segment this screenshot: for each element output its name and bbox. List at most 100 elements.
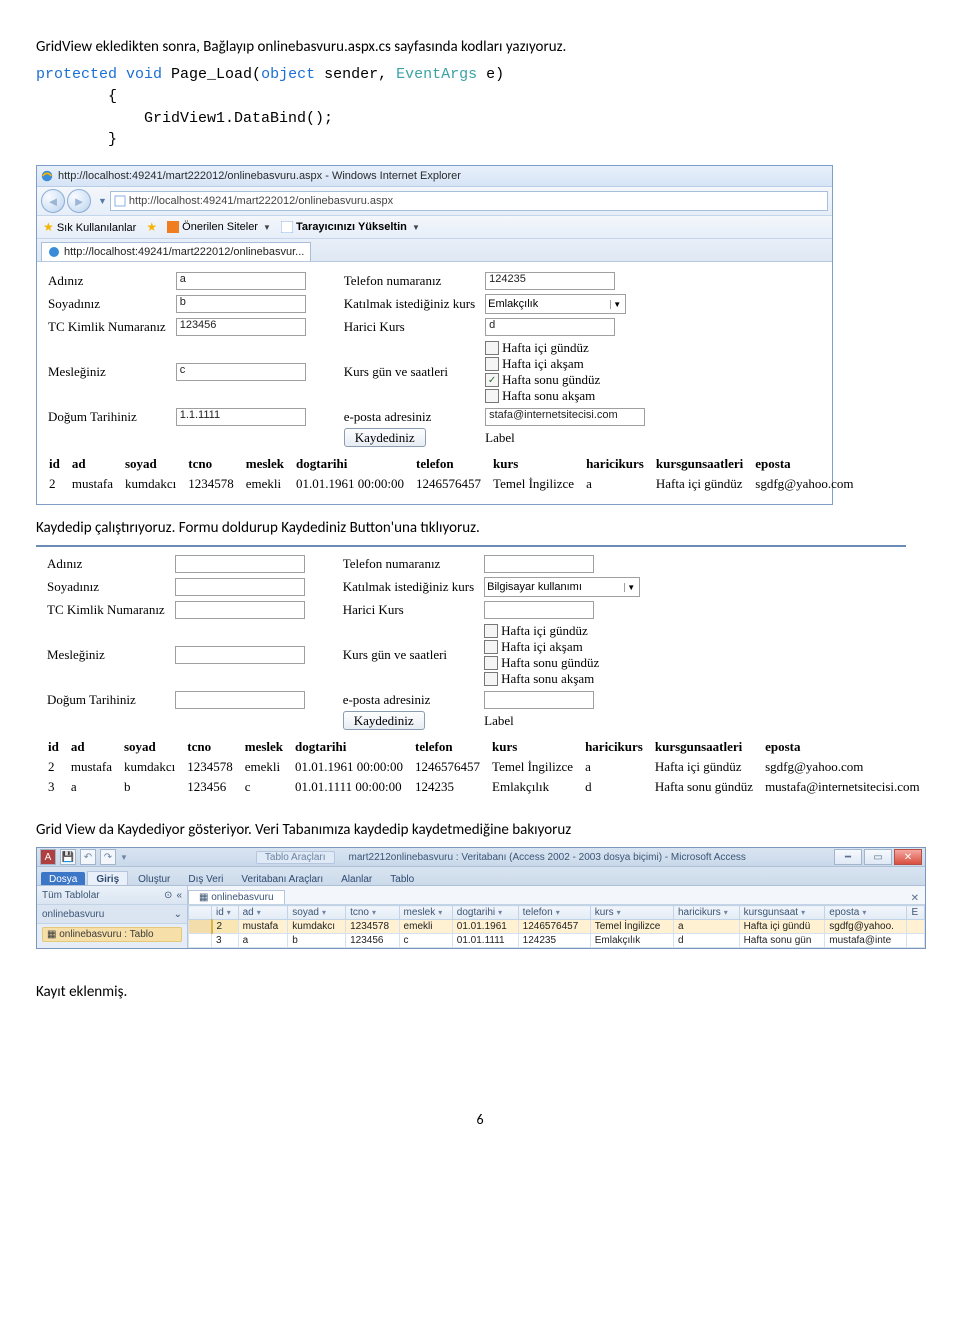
table-row: 2mustafakumdakcı 1234578emekli01.01.1961… — [43, 474, 860, 494]
sheet-close-icon[interactable]: ✕ — [905, 893, 925, 904]
ie-tab-bar: http://localhost:49241/mart222012/online… — [37, 239, 832, 262]
label-soyadiniz: Soyadınız — [43, 292, 171, 316]
save-icon[interactable]: 💾 — [60, 849, 76, 865]
input-meslek[interactable]: c — [176, 363, 306, 381]
input-harici-2[interactable] — [484, 601, 594, 619]
input-dogum[interactable]: 1.1.1111 — [176, 408, 306, 426]
label-harici: Harici Kurs — [339, 316, 480, 338]
tab-home[interactable]: Giriş — [87, 871, 128, 885]
checkbox2-s1[interactable] — [484, 624, 498, 638]
back-button[interactable]: ◄ — [41, 189, 65, 213]
table-row[interactable]: 3ab 123456c01.01.1111 124235Emlakçılıkd … — [189, 934, 925, 948]
label-adiniz: Adınız — [43, 270, 171, 292]
code-block: protected void Page_Load(object sender, … — [36, 64, 924, 151]
checkbox-s2[interactable] — [485, 357, 499, 371]
checkbox-s3[interactable]: ✓ — [485, 373, 499, 387]
input-harici[interactable]: d — [485, 318, 615, 336]
access-nav-pane: Tüm Tablolar ⊙« onlinebasvuru⌄ ▦ onlineb… — [37, 886, 188, 948]
col-kursgunsaat[interactable]: kursgunsaat▾ — [739, 906, 825, 920]
window-title: mart2212onlinebasvuru : Veritabanı (Acce… — [349, 852, 746, 863]
dropdown-icon[interactable]: ▼ — [98, 196, 107, 206]
checkbox-s1[interactable] — [485, 341, 499, 355]
tab-fields[interactable]: Alanlar — [333, 872, 380, 885]
nav-group[interactable]: onlinebasvuru⌄ — [37, 905, 187, 924]
undo-icon[interactable]: ↶ — [80, 849, 96, 865]
ie-window: http://localhost:49241/mart222012/online… — [36, 165, 833, 505]
nav-header[interactable]: Tüm Tablolar ⊙« — [37, 886, 187, 905]
upgrade-browser-button[interactable]: Tarayıcınızı Yükseltin ▼ — [281, 221, 420, 233]
label-saat: Kurs gün ve saatleri — [339, 338, 480, 406]
form-panel-1: Adınız a Telefon numaranız 124235 Soyadı… — [37, 262, 832, 504]
col-telefon[interactable]: telefon▾ — [518, 906, 590, 920]
submit-button[interactable]: Kaydediniz — [344, 428, 426, 447]
sheet-tab[interactable]: ▦ onlinebasvuru — [188, 890, 285, 904]
access-app-icon[interactable]: A — [40, 849, 56, 865]
input-telefon-2[interactable] — [484, 555, 594, 573]
input-eposta-2[interactable] — [484, 691, 594, 709]
forward-button[interactable]: ► — [67, 189, 91, 213]
input-adiniz-2[interactable] — [175, 555, 305, 573]
ie-address-bar: ◄ ► ▼ http://localhost:49241/mart222012/… — [37, 187, 832, 216]
suggested-sites-button[interactable]: Önerilen Siteler ▼ — [167, 221, 271, 233]
input-eposta[interactable]: stafa@internetsitecisi.com — [485, 408, 645, 426]
redo-icon[interactable]: ↷ — [100, 849, 116, 865]
checkbox-s4[interactable] — [485, 389, 499, 403]
input-dogum-2[interactable] — [175, 691, 305, 709]
label-dogum: Doğum Tarihiniz — [43, 406, 171, 428]
label-meslek: Mesleğiniz — [43, 338, 171, 406]
input-tc[interactable]: 123456 — [176, 318, 306, 336]
tab-dbtools[interactable]: Veritabanı Araçları — [233, 872, 331, 885]
close-button[interactable]: ✕ — [894, 849, 922, 865]
search-icon[interactable]: ⊙ — [164, 890, 172, 901]
page-number: 6 — [36, 1111, 924, 1128]
tab-create[interactable]: Oluştur — [130, 872, 178, 885]
minimize-button[interactable]: ━ — [834, 849, 862, 865]
column-header-row: id▾ ad▾ soyad▾ tcno▾ meslek▾ dogtarihi▾ … — [189, 906, 925, 920]
paragraph-4: Kayıt eklenmiş. — [36, 983, 924, 1001]
select-kurs[interactable]: Emlakçılık▼ — [485, 294, 626, 314]
favorites-button[interactable]: ★ Sık Kullanılanlar — [43, 220, 136, 234]
label-tc: TC Kimlik Numaranız — [43, 316, 171, 338]
context-tab-label: Tablo Araçları — [256, 851, 335, 864]
col-dogtarihi[interactable]: dogtarihi▾ — [452, 906, 518, 920]
input-soyadiniz-2[interactable] — [175, 578, 305, 596]
checkbox2-s3[interactable] — [484, 656, 498, 670]
checkbox2-s2[interactable] — [484, 640, 498, 654]
url-field[interactable]: http://localhost:49241/mart222012/online… — [110, 191, 828, 211]
access-quick-access-toolbar: A 💾 ↶ ↷ ▼ Tablo Araçları mart2212onlineb… — [37, 848, 925, 867]
page-icon — [114, 195, 126, 207]
select-kurs-2[interactable]: Bilgisayar kullanımı▼ — [484, 577, 640, 597]
access-window: A 💾 ↶ ↷ ▼ Tablo Araçları mart2212onlineb… — [36, 847, 926, 949]
input-soyadiniz[interactable]: b — [176, 295, 306, 313]
input-meslek-2[interactable] — [175, 646, 305, 664]
col-extra[interactable]: E — [907, 906, 925, 920]
col-haricikurs[interactable]: haricikurs▾ — [673, 906, 739, 920]
input-telefon[interactable]: 124235 — [485, 272, 615, 290]
access-datasheet: ▦ onlinebasvuru ✕ id▾ ad▾ soyad▾ tcno▾ m… — [188, 886, 925, 948]
maximize-button[interactable]: ▭ — [864, 849, 892, 865]
col-ad[interactable]: ad▾ — [238, 906, 288, 920]
col-soyad[interactable]: soyad▾ — [288, 906, 346, 920]
ie-title-text: http://localhost:49241/mart222012/online… — [58, 170, 461, 182]
browser-tab[interactable]: http://localhost:49241/mart222012/online… — [41, 242, 311, 261]
input-tc-2[interactable] — [175, 601, 305, 619]
submit-button-2[interactable]: Kaydediniz — [343, 711, 425, 730]
nav-table-item[interactable]: ▦ onlinebasvuru : Tablo — [42, 927, 182, 942]
table-icon: ▦ — [47, 929, 56, 940]
col-eposta[interactable]: eposta▾ — [825, 906, 907, 920]
input-adiniz[interactable]: a — [176, 272, 306, 290]
fav-add-button[interactable]: ★ — [146, 220, 157, 234]
col-meslek[interactable]: meslek▾ — [399, 906, 452, 920]
tab-table[interactable]: Tablo — [382, 872, 422, 885]
label-eposta: e-posta adresiniz — [339, 406, 480, 428]
tab-external[interactable]: Dış Veri — [180, 872, 231, 885]
tab-file[interactable]: Dosya — [41, 872, 85, 885]
checkbox2-s4[interactable] — [484, 672, 498, 686]
table-row[interactable]: 2 mustafakumdakcı1234578 emekli01.01.196… — [189, 920, 925, 934]
ie-favorites-bar: ★ Sık Kullanılanlar ★ Önerilen Siteler ▼… — [37, 216, 832, 239]
col-tcno[interactable]: tcno▾ — [346, 906, 399, 920]
table-row: 2mustafakumdakcı 1234578emekli01.01.1961… — [42, 757, 926, 777]
ie-titlebar: http://localhost:49241/mart222012/online… — [37, 166, 832, 187]
col-id[interactable]: id▾ — [212, 906, 239, 920]
col-kurs[interactable]: kurs▾ — [590, 906, 673, 920]
